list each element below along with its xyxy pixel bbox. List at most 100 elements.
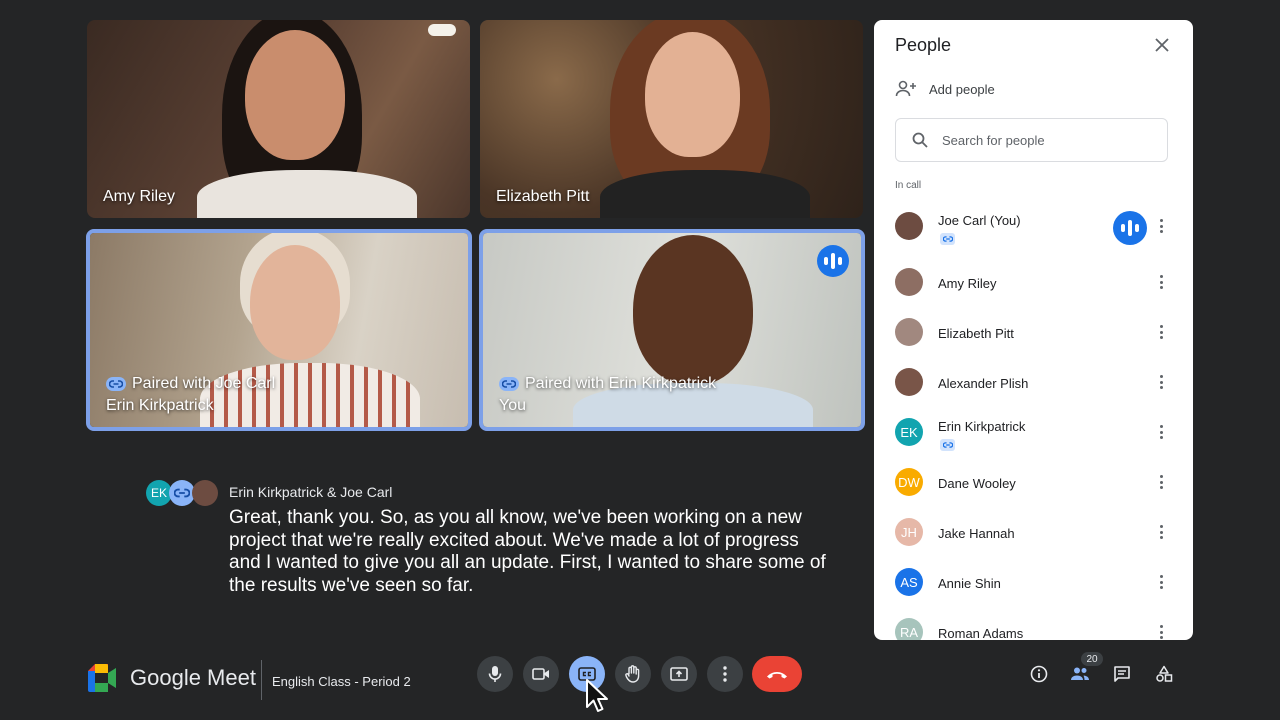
chat-icon (1114, 666, 1130, 682)
speaking-indicator-icon (817, 245, 849, 277)
video-tile-elizabeth-pitt[interactable]: Elizabeth Pitt (480, 20, 863, 218)
raise-hand-button[interactable] (615, 656, 651, 692)
brand: Google Meet (88, 664, 256, 692)
camera-button[interactable] (523, 656, 559, 692)
activities-shapes-icon (1156, 665, 1173, 682)
chat-button[interactable] (1110, 662, 1134, 686)
paired-indicator: Paired with Joe Carl (106, 375, 275, 393)
more-vert-icon[interactable] (1155, 216, 1167, 236)
close-panel-button[interactable] (1151, 34, 1173, 56)
participant-video (200, 233, 430, 427)
participant-count-badge: 20 (1081, 652, 1103, 666)
participant-avatar (895, 368, 923, 396)
participant-name: Amy Riley (938, 276, 997, 291)
video-tile-erin-kirkpatrick[interactable]: Paired with Joe Carl Erin Kirkpatrick (86, 229, 472, 431)
tile-name-label: Erin Kirkpatrick (106, 397, 214, 414)
people-icon (1071, 667, 1089, 680)
participant-row[interactable]: EK Erin Kirkpatrick (874, 408, 1193, 458)
section-label-in-call: In call (895, 180, 922, 191)
caption-text: Great, thank you. So, as you all know, w… (229, 507, 826, 596)
caption-avatar-photo (192, 480, 218, 506)
more-options-button[interactable] (707, 656, 743, 692)
microphone-button[interactable] (477, 656, 513, 692)
participant-avatar: DW (895, 468, 923, 496)
hang-up-icon (767, 672, 787, 679)
participant-video (590, 20, 820, 218)
participant-list: Joe Carl (You) Amy Riley Elizabeth Pitt Ale… (874, 202, 1193, 640)
raise-hand-icon (625, 665, 640, 683)
participant-avatar: EK (895, 418, 923, 446)
more-vert-icon (723, 666, 727, 682)
microphone-icon (488, 666, 502, 682)
more-vert-icon[interactable] (1155, 522, 1167, 542)
participant-avatar (895, 268, 923, 296)
search-field[interactable] (895, 118, 1168, 162)
brand-name: Google Meet (130, 665, 256, 690)
participant-row[interactable]: Amy Riley (874, 258, 1193, 308)
paired-indicator: Paired with Erin Kirkpatrick (499, 375, 716, 393)
video-tile-you[interactable]: Paired with Erin Kirkpatrick You (479, 229, 865, 431)
paired-link-icon (940, 439, 955, 451)
link-icon (106, 377, 126, 391)
participant-row[interactable]: JH Jake Hannah (874, 508, 1193, 558)
people-panel: People Add people In call Joe Carl (You)… (874, 20, 1193, 640)
divider (261, 660, 262, 700)
participant-name: Roman Adams (938, 626, 1024, 640)
more-vert-icon[interactable] (1155, 422, 1167, 442)
panel-title: People (895, 35, 952, 55)
caption-speaker: Erin Kirkpatrick & Joe Carl (229, 484, 393, 500)
google-meet-logo-icon (88, 664, 116, 692)
mouse-pointer-icon (586, 679, 608, 712)
more-vert-icon[interactable] (1155, 372, 1167, 392)
meeting-details-button[interactable] (1027, 662, 1051, 686)
close-icon (1155, 38, 1169, 52)
present-screen-button[interactable] (661, 656, 697, 692)
paired-text: Paired with Joe Carl (132, 375, 276, 392)
paired-text: Paired with Erin Kirkpatrick (525, 375, 717, 392)
participant-avatar: RA (895, 618, 923, 640)
more-vert-icon[interactable] (1155, 572, 1167, 592)
participant-row[interactable]: Alexander Plish (874, 358, 1193, 408)
participant-video (197, 20, 417, 218)
participant-avatar (895, 318, 923, 346)
participant-row[interactable]: Elizabeth Pitt (874, 308, 1193, 358)
link-icon (499, 377, 519, 391)
more-vert-icon[interactable] (1155, 322, 1167, 342)
participant-row[interactable]: Joe Carl (You) (874, 202, 1193, 258)
search-icon (912, 132, 928, 148)
more-vert-icon[interactable] (1155, 472, 1167, 492)
present-screen-icon (670, 667, 688, 681)
participant-row[interactable]: RA Roman Adams (874, 608, 1193, 640)
participant-name: Erin Kirkpatrick (938, 419, 1026, 434)
paired-link-icon (940, 233, 955, 245)
tile-name-label: Elizabeth Pitt (496, 188, 590, 205)
participant-name: Dane Wooley (938, 476, 1016, 491)
caption-avatars: EK (146, 480, 218, 506)
participant-name: Alexander Plish (938, 376, 1029, 391)
participant-video (573, 233, 813, 427)
activities-button[interactable] (1152, 662, 1176, 686)
info-icon (1030, 665, 1048, 683)
tile-name-label: Amy Riley (103, 188, 176, 205)
participant-avatar (895, 212, 923, 240)
meeting-title: English Class - Period 2 (272, 674, 411, 689)
participant-row[interactable]: AS Annie Shin (874, 558, 1193, 608)
participant-name: Annie Shin (938, 576, 1001, 591)
participant-name: Joe Carl (You) (938, 213, 1021, 228)
tile-name-label: You (499, 397, 526, 414)
search-input[interactable] (942, 132, 1142, 148)
background-light (428, 24, 456, 36)
add-people-label: Add people (929, 81, 995, 97)
add-person-icon (895, 80, 916, 97)
participant-avatar: JH (895, 518, 923, 546)
speaking-indicator-icon (1113, 211, 1147, 245)
add-people-button[interactable]: Add people (895, 80, 995, 98)
participant-row[interactable]: DW Dane Wooley (874, 458, 1193, 508)
participant-avatar: AS (895, 568, 923, 596)
end-call-button[interactable] (752, 656, 802, 692)
participant-name: Elizabeth Pitt (938, 326, 1014, 341)
camera-icon (532, 668, 549, 680)
more-vert-icon[interactable] (1155, 622, 1167, 640)
video-tile-amy-riley[interactable]: Amy Riley (87, 20, 470, 218)
more-vert-icon[interactable] (1155, 272, 1167, 292)
